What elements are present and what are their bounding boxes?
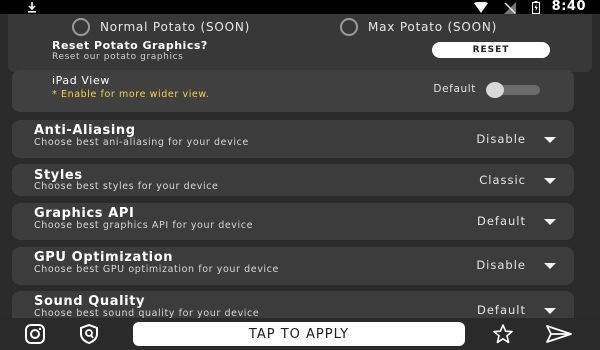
radio-circle[interactable] [340,18,358,36]
download-icon [28,2,36,13]
status-time: 8:40 [551,0,586,14]
battery-icon [532,1,540,14]
setting-value: Disable [476,132,526,146]
ipad-view-card: iPad View * Enable for more wider view. … [12,70,574,112]
setting-description: Choose best sound quality for your devic… [34,308,260,319]
radio-label: Max Potato (SOON) [368,20,498,34]
setting-graphics-api[interactable]: Graphics API Choose best graphics API fo… [12,203,574,240]
no-signal-icon [504,1,516,14]
radio-normal-potato[interactable]: Normal Potato (SOON) [72,18,250,36]
ipad-view-toggle[interactable] [486,82,540,98]
setting-value: Disable [476,258,526,272]
reset-title: Reset Potato Graphics? [52,39,208,52]
setting-title: GPU Optimization [34,250,174,265]
setting-anti-aliasing[interactable]: Anti-Aliasing Choose best ani-aliasing f… [12,120,574,158]
setting-title: Sound Quality [34,294,146,309]
ipad-view-description: * Enable for more wider view. [52,89,210,100]
radio-max-potato[interactable]: Max Potato (SOON) [340,18,497,36]
chevron-down-icon[interactable] [544,219,556,225]
setting-title: Graphics API [34,206,135,221]
reset-button[interactable]: RESET [432,42,550,58]
setting-styles[interactable]: Styles Choose best styles for your devic… [12,164,574,196]
bottom-bar: TAP TO APPLY [0,318,600,350]
setting-description: Choose best ani-aliasing for your device [34,137,249,148]
setting-value: Default [476,214,526,228]
ipad-view-title: iPad View [52,74,110,87]
radio-circle[interactable] [72,18,90,36]
send-icon[interactable] [546,324,572,344]
instagram-icon[interactable] [24,324,46,344]
setting-value: Default [476,303,526,317]
wifi-icon [474,2,488,13]
setting-title: Anti-Aliasing [34,123,136,138]
star-icon[interactable] [492,324,514,344]
setting-value: Classic [479,173,526,187]
radio-label: Normal Potato (SOON) [100,20,251,34]
shield-icon[interactable] [78,324,100,344]
status-bar: 8:40 [0,0,600,14]
toggle-knob [486,82,504,98]
chevron-down-icon[interactable] [544,178,556,184]
apply-button[interactable]: TAP TO APPLY [133,322,465,346]
chevron-down-icon[interactable] [544,308,556,314]
setting-gpu-optimization[interactable]: GPU Optimization Choose best GPU optimiz… [12,247,574,285]
ipad-view-state: Default [433,83,476,95]
setting-description: Choose best GPU optimization for your de… [34,264,279,275]
chevron-down-icon[interactable] [544,263,556,269]
setting-description: Choose best styles for your device [34,181,219,192]
chevron-down-icon[interactable] [544,137,556,143]
reset-description: Reset our potato graphics [52,52,184,62]
setting-description: Choose best graphics API for your device [34,220,254,231]
